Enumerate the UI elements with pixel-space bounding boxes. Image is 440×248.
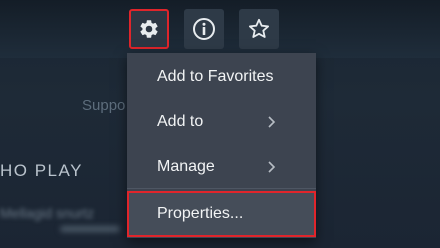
blurred-activity-line (60, 226, 120, 232)
blurred-activity-text: Mellagid snurtz (0, 205, 95, 221)
menu-item-add-to[interactable]: Add to (127, 102, 316, 142)
library-page: Suppo HO PLAY Mellagid snurtz Add to Fav… (0, 0, 440, 248)
favorite-button[interactable] (239, 9, 279, 49)
settings-button[interactable] (129, 9, 169, 49)
chevron-right-icon (268, 116, 276, 128)
menu-item-add-to-favorites[interactable]: Add to Favorites (127, 57, 316, 97)
menu-item-properties[interactable]: Properties... (127, 191, 316, 237)
menu-item-label: Add to (157, 113, 204, 130)
chevron-right-icon (268, 161, 276, 173)
menu-item-label: Manage (157, 158, 215, 175)
menu-item-label: Properties... (157, 205, 244, 222)
support-link[interactable]: Suppo (82, 97, 125, 114)
menu-item-label: Add to Favorites (157, 68, 274, 85)
info-button[interactable] (184, 9, 224, 49)
section-heading: HO PLAY (0, 161, 83, 180)
menu-divider (127, 188, 316, 189)
info-icon (193, 18, 215, 40)
menu-item-manage[interactable]: Manage (127, 147, 316, 187)
gear-icon (140, 20, 158, 38)
star-icon (249, 18, 269, 38)
context-menu: Add to Favorites Add to Manage Propertie… (127, 53, 316, 238)
